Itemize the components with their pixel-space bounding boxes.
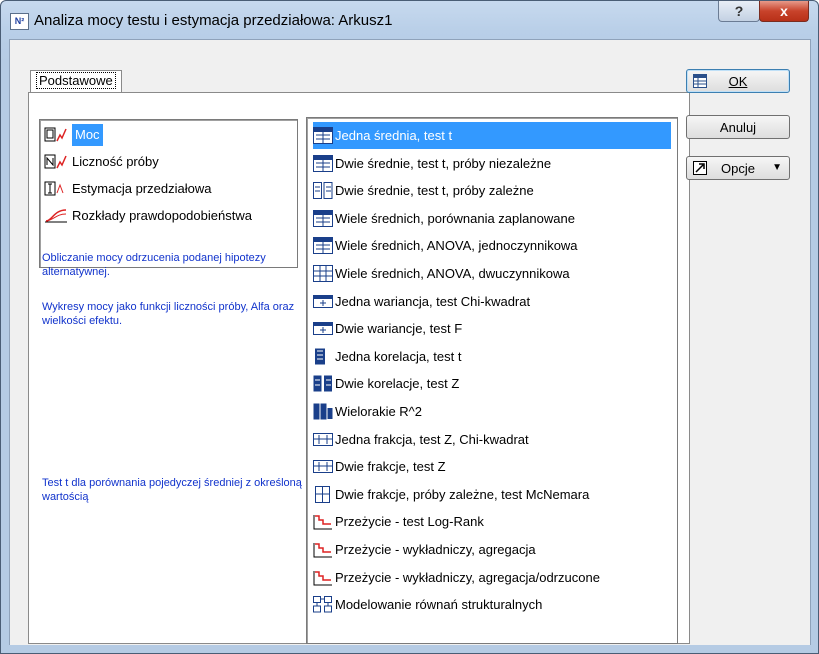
test-type-label: Jedna korelacja, test t [335, 348, 462, 364]
variance-icon [313, 294, 333, 308]
cancel-label: Anuluj [719, 120, 757, 135]
test-type-label: Przeżycie - wykładniczy, agregacja/odrzu… [335, 569, 600, 585]
description-text-1: Obliczanie mocy odrzucenia podanej hipot… [42, 252, 266, 278]
sem-icon [313, 596, 332, 613]
test-type-label: Przeżycie - test Log-Rank [335, 514, 484, 530]
test-type-item[interactable]: Dwie korelacje, test Z [313, 370, 671, 397]
variance-icon [313, 322, 333, 336]
power-icon [44, 127, 67, 142]
test-type-label: Jedna wariancja, test Chi-kwadrat [335, 293, 531, 309]
test-type-item[interactable]: Jedna korelacja, test t [313, 343, 671, 370]
cancel-button[interactable]: Anuluj [686, 115, 790, 139]
test-type-label: Dwie frakcje, próby zależne, test McNema… [335, 486, 590, 502]
test-type-item[interactable]: Wiele średnich, porównania zaplanowane [313, 205, 671, 232]
ok-button[interactable]: OK [686, 69, 790, 93]
test-type-label: Przeżycie - wykładniczy, agregacja [335, 542, 536, 557]
options-icon [693, 161, 707, 175]
test-type-label: Dwie frakcje, test Z [335, 459, 446, 475]
description-text-3: Test t dla porównania pojedyczej średnie… [42, 477, 302, 503]
ttest-icon [313, 154, 333, 172]
test-type-item[interactable]: Przeżycie - test Log-Rank [313, 508, 671, 535]
window-bottom-border [1, 645, 818, 653]
test-type-item[interactable]: Dwie frakcje, próby zależne, test McNema… [313, 481, 671, 508]
analysis-type-item[interactable]: Rozkłady prawdopodobieństwa [44, 205, 292, 227]
analysis-type-label: Moc [72, 124, 103, 146]
test-type-label: Dwie korelacje, test Z [335, 376, 460, 392]
analysis-type-list[interactable]: Moc Liczność próby Estymacja przedziałowa R… [39, 119, 298, 268]
anova2-icon [313, 265, 333, 282]
test-type-item[interactable]: Wiele średnich, ANOVA, jednoczynnikowa [313, 232, 671, 259]
test-type-label: Jedna średnia, test t [335, 128, 453, 143]
fraction-icon [313, 460, 333, 474]
analysis-type-label: Estymacja przedziałowa [72, 181, 212, 196]
fraction-icon [313, 432, 333, 446]
survival-icon [313, 515, 332, 530]
test-type-item[interactable]: Dwie średnie, test t, próby niezależne [313, 150, 671, 177]
test-type-label: Wiele średnich, ANOVA, jednoczynnikowa [335, 238, 578, 254]
ok-label: OK [728, 74, 748, 89]
tab-podstawowe[interactable]: Podstawowe [30, 70, 122, 93]
options-button[interactable]: Opcje ▼ [686, 156, 790, 180]
options-label: Opcje [721, 161, 755, 176]
mcnemar-icon [315, 485, 330, 503]
test-type-item[interactable]: Modelowanie równań strukturalnych [313, 591, 671, 618]
survival-icon [313, 570, 332, 586]
multiple-r-icon [313, 403, 333, 420]
window-title: Analiza mocy testu i estymacja przedział… [34, 12, 393, 29]
paired-icon [313, 182, 333, 200]
test-type-item[interactable]: Dwie wariancje, test F [313, 315, 671, 342]
sample-size-icon [44, 154, 67, 169]
distribution-icon [45, 209, 67, 223]
test-type-item[interactable]: Jedna wariancja, test Chi-kwadrat [313, 288, 671, 315]
analysis-type-item[interactable]: Liczność próby [44, 151, 292, 173]
tab-label: Podstawowe [36, 72, 116, 89]
analysis-type-label: Liczność próby [72, 154, 159, 169]
analysis-type-item[interactable]: Estymacja przedziałowa [44, 178, 292, 200]
options-dropdown-icon: ▼ [772, 162, 782, 173]
test-type-label: Wielorakie R^2 [335, 404, 423, 419]
test-type-item[interactable]: Jedna średnia, test t [313, 122, 671, 149]
test-type-list[interactable]: Jedna średnia, test t Dwie średnie, test … [306, 117, 678, 644]
help-button[interactable]: ? [718, 1, 760, 22]
test-type-label: Wiele średnich, porównania zaplanowane [335, 210, 575, 226]
ttest-icon [313, 237, 333, 255]
analysis-type-item[interactable]: Moc [44, 124, 292, 146]
test-type-label: Dwie średnie, test t, próby niezależne [335, 155, 552, 171]
title-bar[interactable]: N² Analiza mocy testu i estymacja przedz… [1, 1, 818, 39]
test-type-item[interactable]: Dwie frakcje, test Z [313, 453, 671, 480]
ttest-icon [313, 209, 333, 227]
test-type-label: Jedna frakcja, test Z, Chi-kwadrat [335, 431, 529, 447]
test-type-label: Wiele średnich, ANOVA, dwuczynnikowa [335, 266, 570, 281]
test-type-label: Modelowanie równań strukturalnych [335, 597, 543, 613]
dialog-window: N² Analiza mocy testu i estymacja przedz… [0, 0, 819, 654]
description-text-2: Wykresy mocy jako funkcji liczności prób… [42, 301, 295, 327]
survival-icon [313, 543, 332, 558]
close-button[interactable]: x [759, 1, 809, 22]
ttest-icon [313, 127, 333, 144]
test-type-item[interactable]: Wiele średnich, ANOVA, dwuczynnikowa [313, 260, 671, 287]
test-type-label: Dwie wariancje, test F [335, 321, 463, 337]
test-type-item[interactable]: Wielorakie R^2 [313, 398, 671, 425]
test-type-item[interactable]: Przeżycie - wykładniczy, agregacja [313, 536, 671, 563]
app-icon: N² [10, 13, 29, 30]
correlation2-icon [313, 375, 332, 392]
correlation-icon [315, 348, 325, 365]
interval-icon [44, 181, 64, 196]
test-type-item[interactable]: Przeżycie - wykładniczy, agregacja/odrzu… [313, 564, 671, 591]
test-type-item[interactable]: Jedna frakcja, test Z, Chi-kwadrat [313, 426, 671, 453]
test-type-label: Dwie średnie, test t, próby zależne [335, 183, 534, 199]
analysis-type-label: Rozkłady prawdopodobieństwa [72, 208, 252, 223]
test-type-item[interactable]: Dwie średnie, test t, próby zależne [313, 177, 671, 204]
dialog-body: Podstawowe OK Anuluj Opcje ▼ Moc Liczność… [9, 39, 811, 646]
